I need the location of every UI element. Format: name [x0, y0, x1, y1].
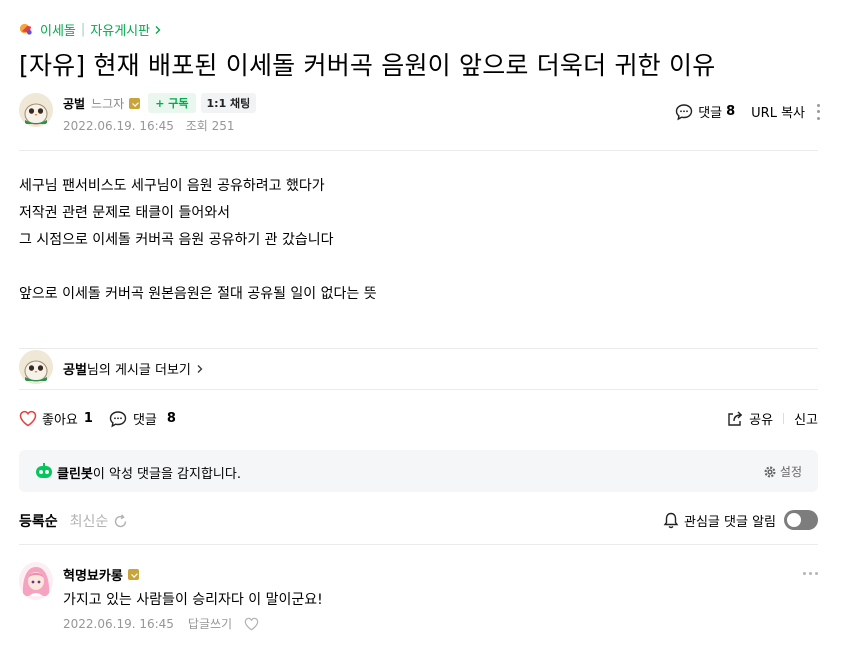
comment-link[interactable]: 댓글 8 — [675, 102, 735, 121]
heart-icon[interactable] — [244, 617, 259, 631]
alarm-toggle[interactable] — [784, 510, 818, 530]
comment-author: 혁명뵤카롱 — [63, 565, 139, 584]
separator — [783, 413, 785, 424]
owl-avatar-icon — [19, 93, 53, 127]
share-label: 공유 — [749, 413, 774, 428]
cleanbot-banner: 클린봇이 악성 댓글을 감지합니다. 설정 — [19, 450, 818, 492]
board-name: 자유게시판 — [90, 24, 151, 39]
reaction-bar: 좋아요 1 댓글 8 — [19, 409, 176, 428]
level-badge-icon — [127, 569, 139, 580]
cafe-board-link[interactable]: 이세돌 | 자유게시판 — [19, 20, 163, 39]
cleanbot-message: 클린봇이 악성 댓글을 감지합니다. — [57, 463, 241, 482]
author-level: 느그자 — [91, 96, 125, 111]
comment-text: 가지고 있는 사람들이 승리자다 이 말이군요! — [63, 592, 323, 608]
anime-avatar-icon — [19, 562, 53, 600]
heart-icon — [19, 410, 37, 427]
author-name[interactable]: 공벌 — [63, 95, 85, 112]
author-info: 공벌 느그자 + 구독 1:1 채팅 — [63, 93, 257, 113]
more-posts-author: 공벌 — [63, 363, 87, 378]
comment-date: 2022.06.19. 16:45 — [63, 616, 174, 631]
share-button[interactable]: 공유 — [726, 409, 773, 428]
comment-bubble-icon — [675, 103, 693, 120]
alarm-label: 관심글 댓글 알림 — [684, 514, 776, 530]
comment-label: 댓글 — [698, 106, 723, 121]
report-button[interactable]: 신고 — [794, 409, 818, 428]
more-options-icon[interactable] — [817, 103, 821, 120]
like-count: 1 — [83, 411, 93, 426]
comment-label: 댓글 — [132, 413, 157, 428]
refresh-icon[interactable] — [113, 513, 128, 529]
share-icon — [728, 410, 743, 426]
body-line: 저작권 관련 문제로 태클이 들어와서 — [19, 205, 230, 221]
body-line — [19, 254, 377, 281]
sort-by-latest[interactable]: 최신순 — [70, 511, 109, 531]
like-label: 좋아요 — [42, 413, 78, 428]
url-copy-button[interactable]: URL 복사 — [751, 102, 805, 121]
commenter-name[interactable]: 혁명뵤카롱 — [63, 565, 123, 584]
divider — [19, 389, 818, 390]
body-line: 앞으로 이세돌 커버곡 원본음원은 절대 공유될 일이 없다는 뜻 — [19, 286, 377, 302]
chat-button[interactable]: 1:1 채팅 — [200, 93, 257, 113]
breadcrumb-separator: | — [80, 22, 86, 37]
post-tools: 댓글 8 URL 복사 — [675, 102, 821, 121]
owl-avatar-icon — [19, 350, 53, 384]
settings-label: 설정 — [779, 465, 802, 479]
post-body: 세구님 팬서비스도 세구님이 음원 공유하려고 했다가 저작권 관련 문제로 태… — [19, 173, 377, 308]
more-posts-link[interactable]: 공벌 님의 게시글 더보기 — [63, 359, 205, 378]
comment-alarm: 관심글 댓글 알림 — [663, 510, 818, 530]
post-meta: 2022.06.19. 16:45 조회 251 — [63, 117, 235, 134]
cafe-logo-icon — [19, 23, 32, 35]
share-report-bar: 공유 신고 — [726, 409, 818, 428]
comment-count: 8 — [726, 104, 736, 119]
divider — [19, 150, 818, 151]
author-avatar[interactable] — [19, 93, 53, 127]
comment-meta: 2022.06.19. 16:45 답글쓰기 — [63, 615, 259, 632]
body-line: 그 시점으로 이세돌 커버곡 음원 공유하기 관 갔습니다 — [19, 232, 334, 248]
post-title: [자유] 현재 배포된 이세돌 커버곡 음원이 앞으로 더욱더 귀한 이유 — [19, 51, 716, 80]
comment-toggle-button[interactable]: 댓글 8 — [109, 409, 176, 428]
gear-icon — [764, 465, 776, 478]
chevron-right-icon — [155, 25, 161, 34]
body-line: 세구님 팬서비스도 세구님이 음원 공유하려고 했다가 — [19, 178, 325, 194]
cafe-name: 이세돌 — [40, 24, 76, 39]
subscribe-button[interactable]: + 구독 — [148, 93, 196, 113]
cleanbot-icon — [36, 463, 52, 478]
comment-sort: 등록순 최신순 — [19, 511, 128, 531]
post-date: 2022.06.19. 16:45 — [63, 119, 174, 133]
cleanbot-name: 클린봇 — [57, 467, 93, 482]
divider — [19, 544, 818, 545]
comment-count: 8 — [166, 411, 176, 426]
more-posts-label: 님의 게시글 더보기 — [86, 363, 191, 378]
cleanbot-settings-button[interactable]: 설정 — [764, 463, 802, 480]
sort-by-registration[interactable]: 등록순 — [19, 511, 58, 531]
like-button[interactable]: 좋아요 1 — [19, 409, 93, 428]
cleanbot-text: 이 악성 댓글을 감지합니다. — [92, 467, 241, 482]
post-views: 조회 251 — [185, 119, 235, 133]
reply-button[interactable]: 답글쓰기 — [188, 615, 232, 632]
comment-bubble-icon — [109, 410, 127, 427]
comment-more-icon[interactable] — [803, 572, 818, 575]
bell-icon — [663, 512, 679, 528]
commenter-avatar[interactable] — [19, 562, 53, 600]
more-posts-avatar[interactable] — [19, 350, 53, 384]
level-badge-icon — [129, 97, 141, 109]
divider — [19, 348, 818, 349]
chevron-right-icon — [197, 364, 203, 373]
